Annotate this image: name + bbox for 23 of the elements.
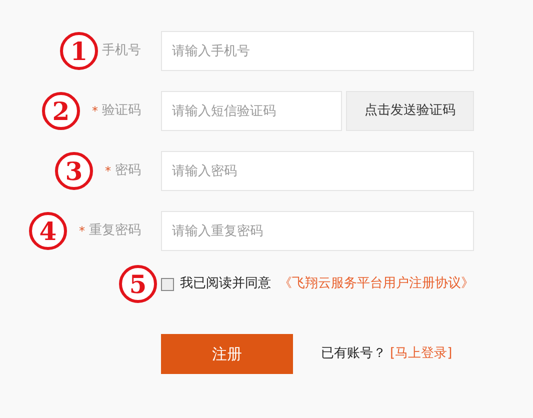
required-asterisk: * [92, 103, 98, 120]
field-label: 密码 [115, 162, 141, 180]
number-annotation: 5 [119, 265, 157, 303]
number-annotation: 1 [60, 32, 98, 70]
input-field[interactable]: 请输入手机号 [161, 31, 474, 71]
input-field[interactable]: 请输入短信验证码 [161, 91, 342, 131]
required-asterisk: * [79, 223, 85, 240]
field-label: 重复密码 [89, 222, 141, 240]
number-annotation: 4 [29, 212, 67, 250]
agree-checkbox[interactable] [161, 278, 174, 290]
field-label: 手机号 [102, 42, 141, 60]
field-label: 验证码 [102, 102, 141, 120]
number-annotation: 3 [55, 152, 93, 190]
input-field[interactable]: 请输入重复密码 [161, 211, 474, 251]
agreement-text: 我已阅读并同意 [180, 275, 271, 294]
required-asterisk: * [105, 163, 111, 180]
login-prompt: 已有账号？ [321, 345, 386, 364]
login-link[interactable]: [马上登录] [390, 344, 452, 364]
send-code-button[interactable]: 点击发送验证码 [346, 91, 474, 131]
number-annotation: 2 [42, 92, 80, 130]
register-button[interactable]: 注册 [161, 334, 293, 374]
input-field[interactable]: 请输入密码 [161, 151, 474, 191]
agreement-link[interactable]: 《飞翔云服务平台用户注册协议》 [279, 274, 474, 294]
